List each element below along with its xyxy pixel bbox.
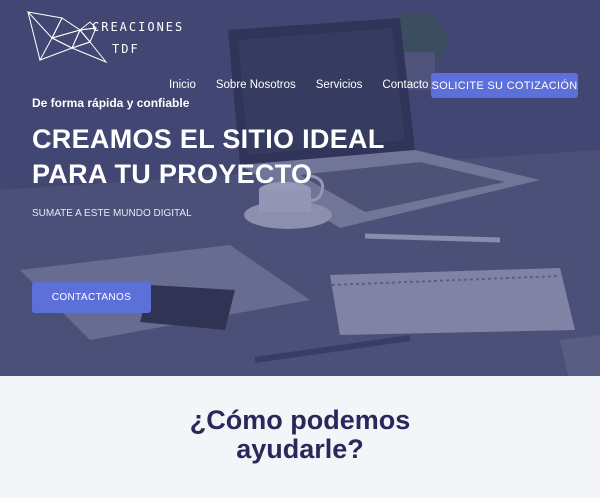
nav-link-inicio[interactable]: Inicio — [169, 79, 196, 91]
section-title: ¿Cómo podemos ayudarle? — [0, 406, 600, 464]
nav-link-sobre-nosotros[interactable]: Sobre Nosotros — [216, 79, 296, 91]
help-section: ¿Cómo podemos ayudarle? — [0, 376, 600, 498]
brand-name-line2: TDF — [112, 42, 140, 56]
nav-link-servicios[interactable]: Servicios — [316, 79, 363, 91]
hero-section: CREACIONES TDF Inicio Sobre Nosotros Ser… — [0, 0, 600, 376]
section-title-line2: ayudarle? — [236, 434, 364, 464]
hero-tagline: De forma rápida y confiable — [32, 96, 190, 110]
hero-headline: CREAMOS EL SITIO IDEAL PARA TU PROYECTO — [32, 122, 392, 192]
section-title-line1: ¿Cómo podemos — [189, 405, 411, 435]
hero-headline-line2: PARA TU PROYECTO — [32, 159, 313, 189]
contact-us-button[interactable]: CONTACTANOS — [32, 282, 151, 313]
request-quote-button[interactable]: SOLICITE SU COTIZACIÓN — [431, 73, 578, 98]
main-nav: Inicio Sobre Nosotros Servicios Contacto — [169, 79, 448, 91]
nav-link-contacto[interactable]: Contacto — [382, 79, 428, 91]
hero-headline-line1: CREAMOS EL SITIO IDEAL — [32, 124, 385, 154]
brand-name-line1: CREACIONES — [92, 20, 185, 34]
brand-logo-icon — [26, 11, 108, 64]
hero-subtext: SUMATE A ESTE MUNDO DIGITAL — [32, 208, 192, 219]
